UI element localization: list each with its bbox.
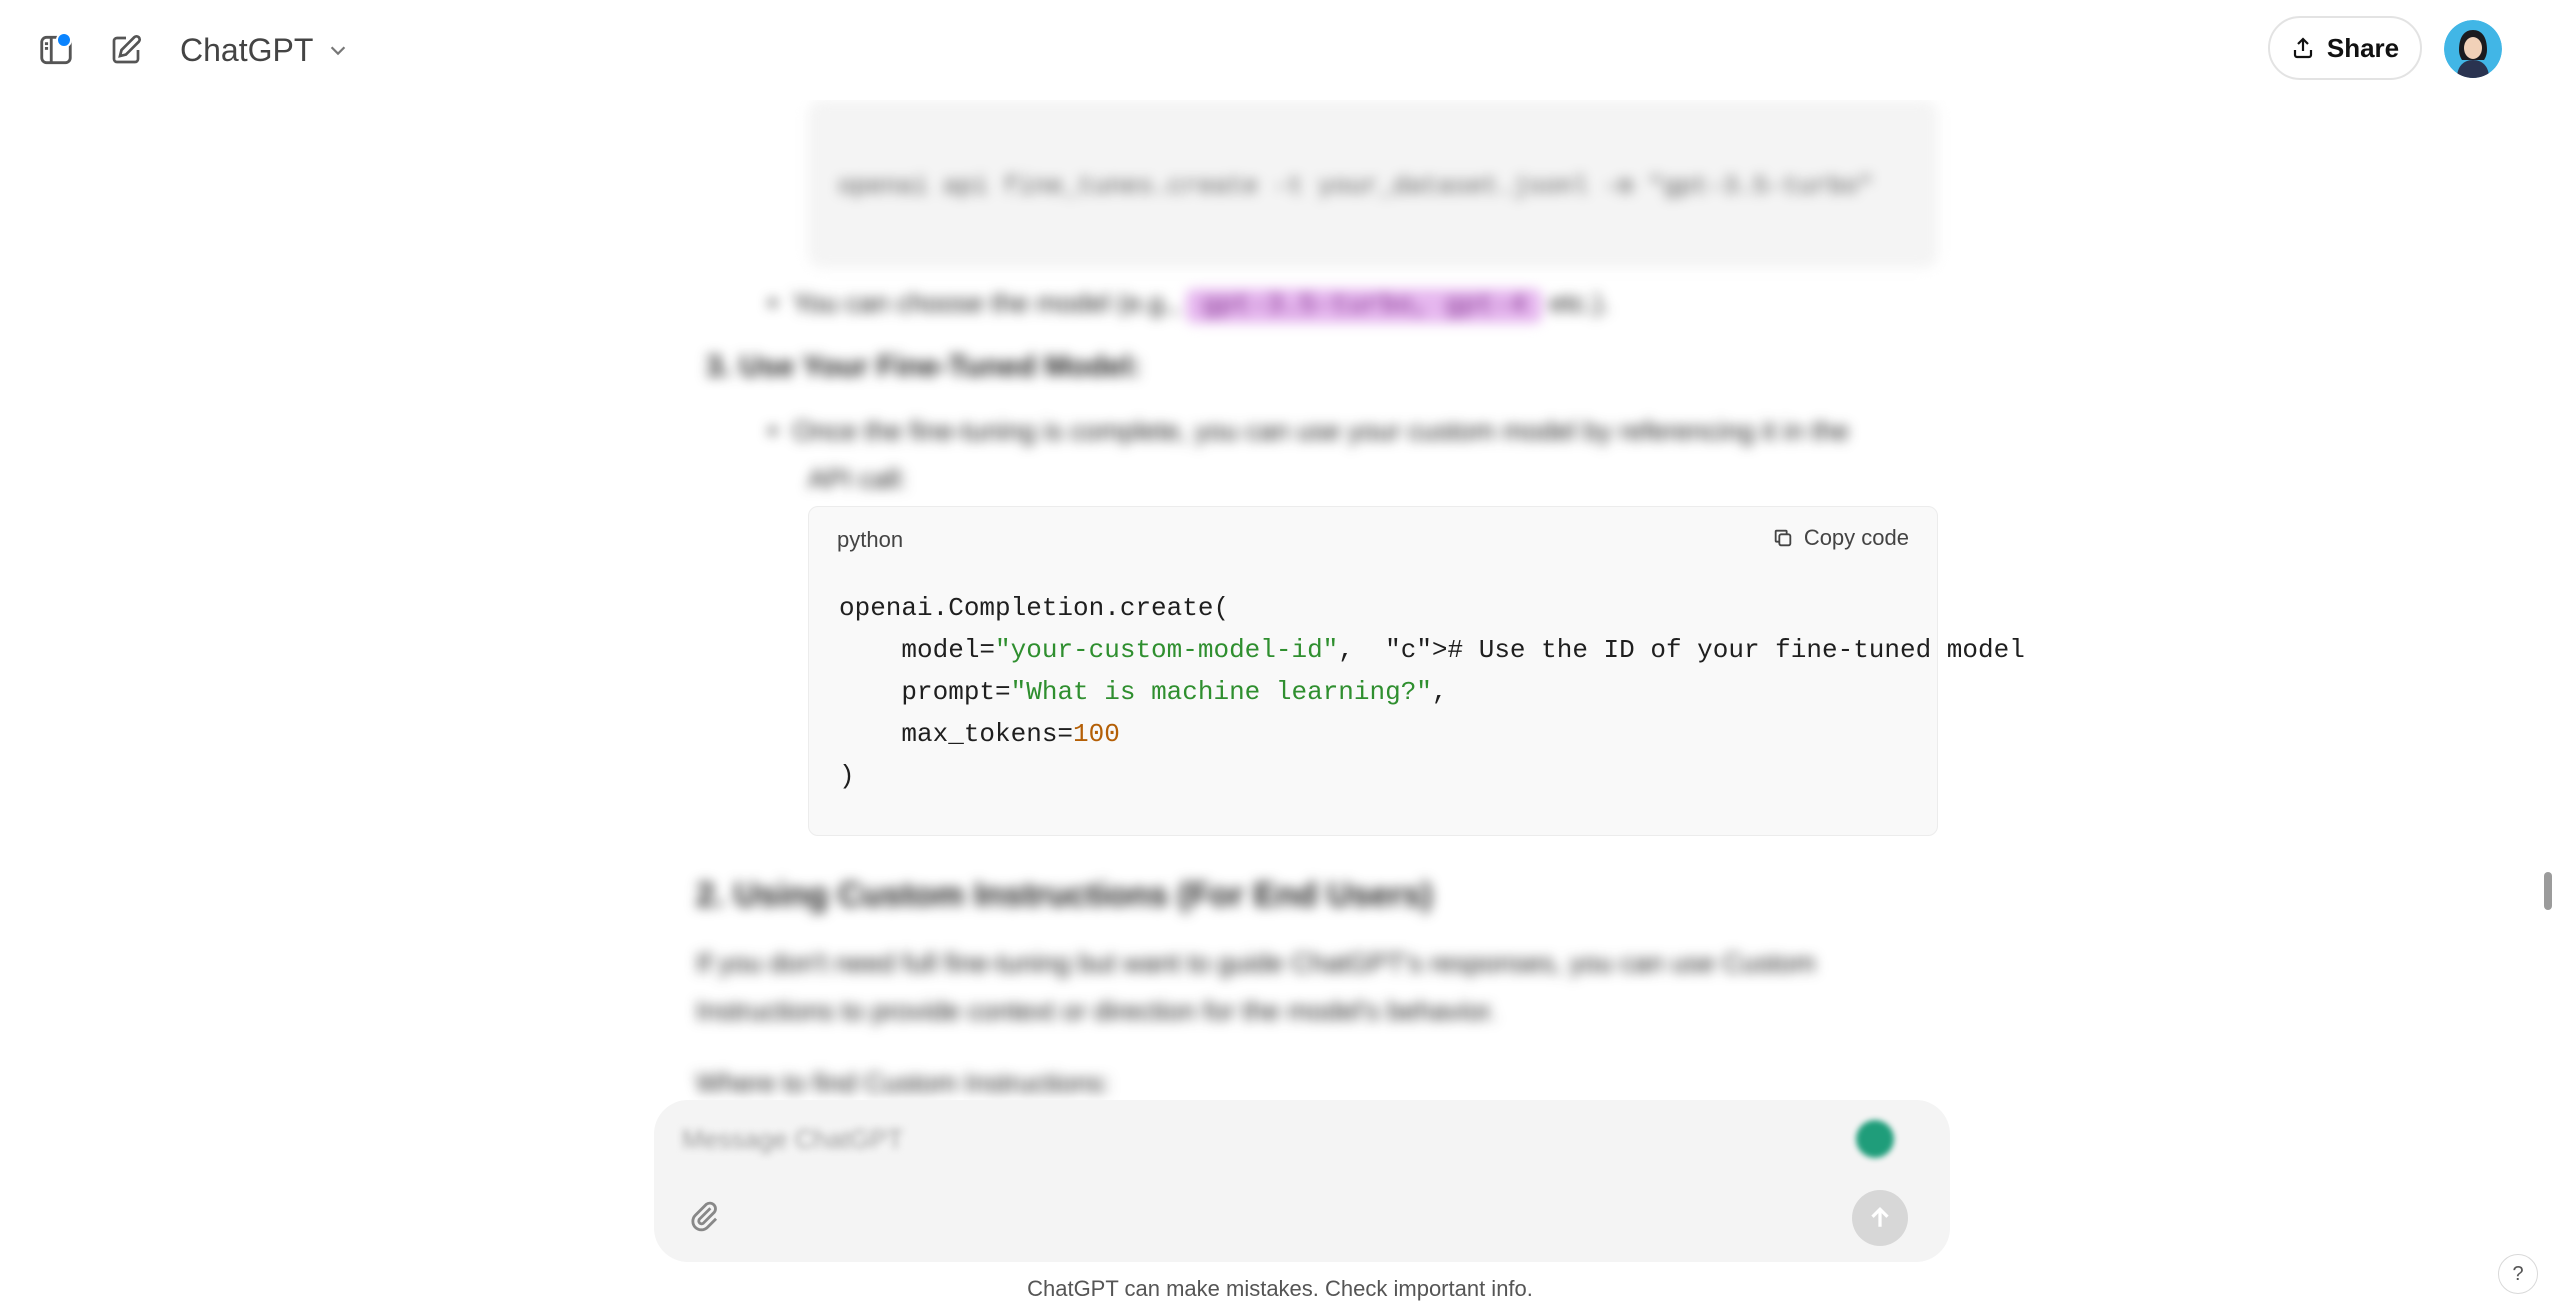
step-text-2: API call: [808,464,908,494]
copy-icon [1774,529,1792,547]
send-button[interactable] [1852,1190,1908,1246]
grammar-assistant-icon[interactable] [1856,1120,1894,1158]
paperclip-icon [691,1201,718,1232]
step-text-1-content: Once the fine-tuning is complete, you ca… [792,416,1850,446]
new-chat-button[interactable] [104,28,148,72]
bullet-text: You can choose the model (e.g., [792,288,1179,318]
paragraph-line-1: If you don't need full fine-tuning but w… [696,948,1816,978]
help-button[interactable]: ? [2498,1254,2538,1294]
blurred-code-line: openai api fine_tunes.create -t your_dat… [838,172,1874,201]
chat-thread: openai api fine_tunes.create -t your_dat… [0,100,2560,1100]
code-line-1: openai.Completion.create( [839,593,1230,623]
blurred-code-block: openai api fine_tunes.create -t your_dat… [808,100,1938,268]
paragraph-line-2: Instructions to provide context or direc… [696,996,1497,1026]
code-line-4: max_tokens=100 [839,719,1120,749]
message-composer: Message ChatGPT [654,1100,1950,1262]
section-heading: 2. Using Custom Instructions (For End Us… [696,876,1433,914]
code-content: openai.Completion.create( model="your-cu… [839,587,2025,797]
share-button[interactable]: Share [2268,16,2422,80]
share-label: Share [2326,32,2400,63]
step-text-1: • Once the fine-tuning is complete, you … [768,416,1850,446]
code-line-3: prompt="What is machine learning?", [839,677,1448,707]
user-avatar[interactable] [2444,20,2502,78]
disclaimer: ChatGPT can make mistakes. Check importa… [1027,1276,1533,1301]
copy-code-button[interactable]: Copy code [1772,525,1909,551]
code-line-2: model="your-custom-model-id", "c"># Use … [839,635,2025,665]
code-block: python Copy code openai.Completion.creat… [808,506,2025,836]
sidebar-toggle-button[interactable] [34,28,78,72]
scrollbar-thumb[interactable] [2544,872,2552,910]
header: ChatGPT Share [0,0,2560,100]
bullet-tail: etc.). [1549,288,1610,318]
notification-dot [56,32,72,48]
attach-button[interactable] [682,1194,726,1238]
message-input[interactable]: Message ChatGPT [682,1124,903,1155]
step-heading: 3. Use Your Fine-Tuned Model: [706,350,1142,383]
share-upload-icon [2293,37,2312,59]
arrow-up-icon [1871,1206,1889,1227]
code-line-5: ) [839,761,855,791]
blurred-bullet-model: • You can choose the model (e.g., gpt-3.… [768,288,1610,323]
model-selector[interactable]: ChatGPT [180,30,349,70]
code-language-label: python [837,527,904,552]
copy-code-label: Copy code [1803,525,1909,550]
avatar-image [2444,20,2502,78]
chevron-down-icon [331,46,346,56]
paragraph-line-3: Where to find Custom Instructions: [696,1068,1111,1098]
new-chat-icon [112,34,142,64]
model-name: ChatGPT [180,31,314,68]
model-pill: gpt-3.5-turbo, gpt-4 [1186,289,1543,323]
